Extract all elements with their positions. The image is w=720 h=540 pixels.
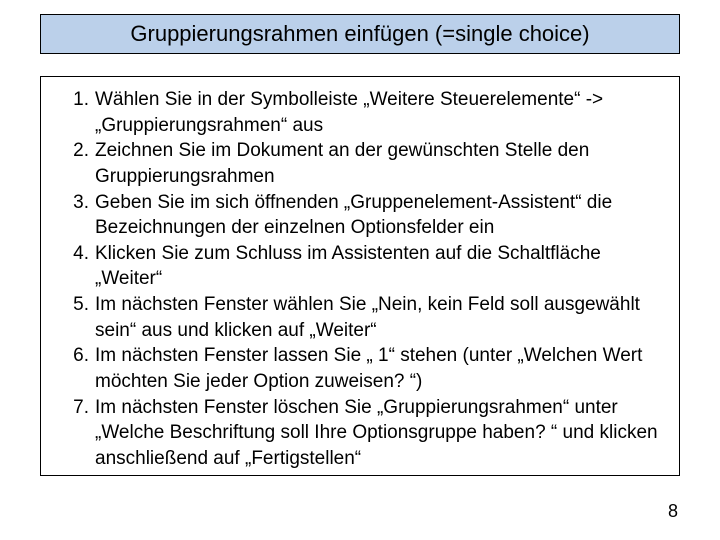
- list-item: Geben Sie im sich öffnenden „Gruppenelem…: [59, 190, 661, 241]
- list-item: Wählen Sie in der Symbolleiste „Weitere …: [59, 87, 661, 138]
- slide-title: Gruppierungsrahmen einfügen (=single cho…: [130, 21, 589, 47]
- list-item: Klicken Sie zum Schluss im Assistenten a…: [59, 241, 661, 292]
- steps-list: Wählen Sie in der Symbolleiste „Weitere …: [59, 87, 661, 472]
- slide-content-box: Wählen Sie in der Symbolleiste „Weitere …: [40, 76, 680, 476]
- list-item: Zeichnen Sie im Dokument an der gewünsch…: [59, 138, 661, 189]
- list-item: Im nächsten Fenster lassen Sie „ 1“ steh…: [59, 343, 661, 394]
- list-item: Im nächsten Fenster wählen Sie „Nein, ke…: [59, 292, 661, 343]
- slide-title-box: Gruppierungsrahmen einfügen (=single cho…: [40, 14, 680, 54]
- page-number: 8: [668, 501, 678, 522]
- list-item: Im nächsten Fenster löschen Sie „Gruppie…: [59, 395, 661, 472]
